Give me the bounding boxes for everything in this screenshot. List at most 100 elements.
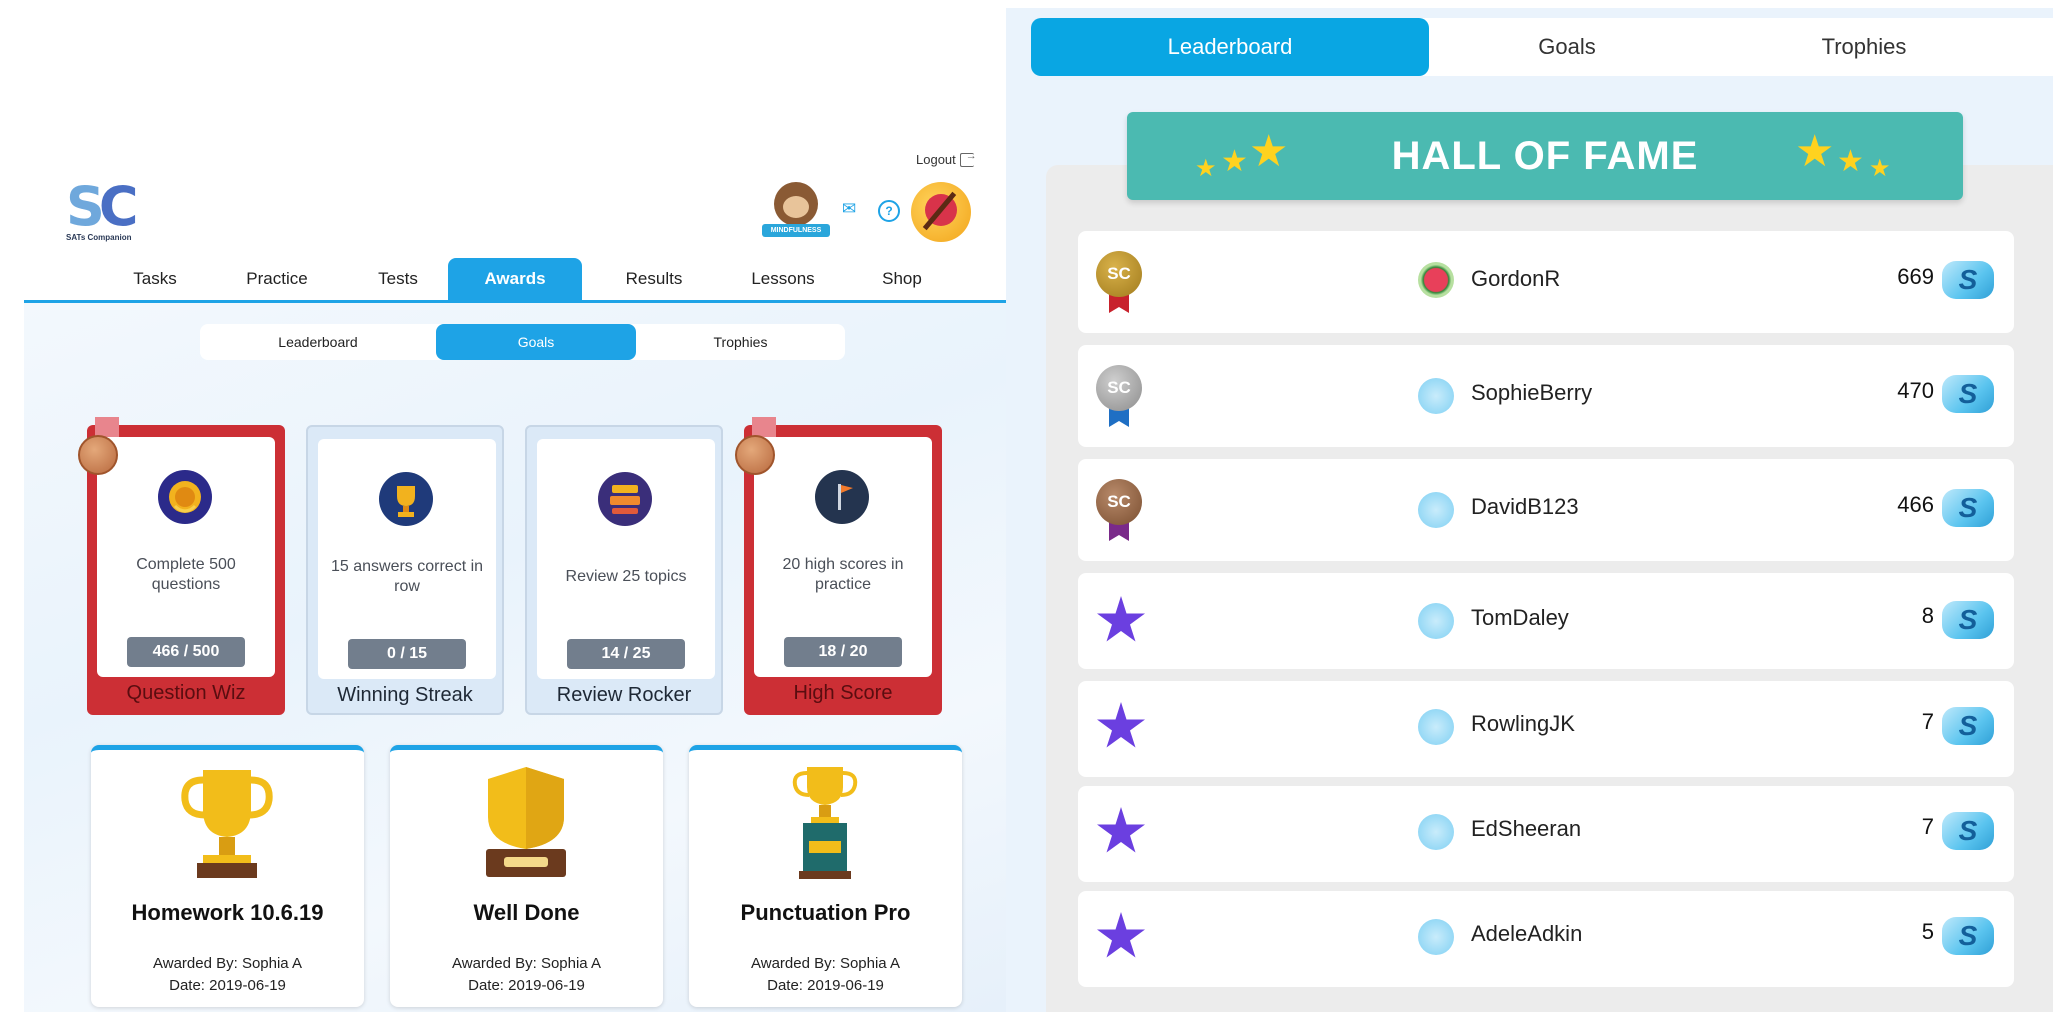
tab-tasks[interactable]: Tasks	[104, 258, 206, 300]
leaderboard-username: AdeleAdkin	[1471, 921, 1583, 946]
leaderboard-username: DavidB123	[1471, 494, 1579, 519]
sc-badge-icon	[1418, 814, 1454, 850]
coin-icon: S	[1942, 812, 1994, 850]
leaderboard-points: 7	[1921, 709, 1934, 734]
leaderboard-row[interactable]: AdeleAdkin 5 S	[1078, 891, 2014, 987]
sc-badge-icon	[1418, 919, 1454, 955]
silver-medal-icon: SC	[1096, 365, 1142, 431]
trophy-date: Date: 2019-06-19	[468, 977, 585, 994]
logo-letter-c: C	[98, 175, 139, 238]
screenshot-canvas: SC SATs Companion Logout MINDFULNESS ✉ ?…	[0, 0, 2053, 1012]
main-nav: Tasks Practice Tests Awards Results Less…	[24, 258, 1006, 303]
leaderboard-row[interactable]: SC GordonR 669 S	[1078, 231, 2014, 333]
pedestal-trophy-icon	[775, 765, 875, 880]
tab-tests[interactable]: Tests	[346, 258, 450, 300]
goal-progress: 0 / 15	[348, 639, 466, 669]
leaderboard-username: EdSheeran	[1471, 816, 1582, 841]
tab-shop[interactable]: Shop	[852, 258, 952, 300]
leaderboard-points: 470	[1897, 378, 1934, 403]
gold-medal-icon: SC	[1096, 251, 1142, 317]
subtab-trophies[interactable]: Trophies	[636, 324, 845, 360]
help-icon[interactable]: ?	[878, 200, 900, 222]
trophy-name: Punctuation Pro	[740, 900, 911, 925]
gold-cup-icon	[177, 765, 277, 880]
leaderboard-tabs: Leaderboard Goals Trophies	[1031, 18, 2053, 76]
sc-badge-icon	[1418, 378, 1454, 414]
goal-card-body: Review 25 topics 14 / 25	[537, 439, 715, 679]
mindfulness-label: MINDFULNESS	[762, 224, 830, 237]
coin-icon: S	[1942, 917, 1994, 955]
trophy-awarded-by: Awarded By: Sophia A	[153, 955, 302, 972]
coin-icon: S	[1942, 261, 1994, 299]
logo-letter-s: S	[66, 175, 105, 238]
logout-button[interactable]: Logout	[916, 150, 977, 168]
tab-goals[interactable]: Goals	[1429, 18, 1705, 76]
bronze-medal-icon	[735, 435, 775, 475]
leaderboard-row[interactable]: SC SophieBerry 470 S	[1078, 345, 2014, 447]
goal-description: Review 25 topics	[565, 568, 687, 585]
trophy-name: Homework 10.6.19	[131, 900, 324, 925]
goal-description: Complete 500 questions	[136, 556, 236, 593]
awards-goals-panel: SC SATs Companion Logout MINDFULNESS ✉ ?…	[0, 0, 1006, 1012]
trophy-card-well-done[interactable]: Well Done Awarded By: Sophia A Date: 201…	[390, 745, 663, 1007]
goal-title: Review Rocker	[556, 684, 692, 706]
hall-of-fame-banner: ★ ★ ★ HALL OF FAME ★ ★ ★	[1127, 112, 1963, 200]
leaderboard-row[interactable]: TomDaley 8 S	[1078, 573, 2014, 669]
medal-badge: SC	[1096, 365, 1142, 411]
leaderboard-username: TomDaley	[1471, 605, 1569, 630]
tab-awards[interactable]: Awards	[448, 258, 582, 300]
leaderboard-row[interactable]: EdSheeran 7 S	[1078, 786, 2014, 882]
wreath-medal-icon	[158, 470, 212, 524]
mail-icon[interactable]: ✉	[838, 198, 860, 220]
leaderboard-panel: Leaderboard Goals Trophies ★ ★ ★ HALL OF…	[1006, 8, 2053, 1012]
bronze-medal-icon: SC	[1096, 479, 1142, 545]
leaderboard-points: 8	[1921, 603, 1934, 628]
avatar[interactable]	[911, 182, 971, 242]
medal-badge: SC	[1096, 479, 1142, 525]
trophy-card-homework[interactable]: Homework 10.6.19 Awarded By: Sophia A Da…	[91, 745, 364, 1007]
trophy-card-punctuation-pro[interactable]: Punctuation Pro Awarded By: Sophia A Dat…	[689, 745, 962, 1007]
tab-leaderboard[interactable]: Leaderboard	[1031, 18, 1429, 76]
star-icon	[1097, 596, 1145, 642]
goal-description: 15 answers correct in row	[330, 558, 484, 595]
watermelon-icon	[1418, 262, 1454, 298]
leaderboard-row[interactable]: RowlingJK 7 S	[1078, 681, 2014, 777]
tab-practice[interactable]: Practice	[214, 258, 340, 300]
goal-card-body: Complete 500 questions 466 / 500	[97, 437, 275, 677]
logo-mark: SC	[66, 180, 146, 234]
mindfulness-button[interactable]: MINDFULNESS	[762, 182, 830, 242]
goal-card-high-score[interactable]: 20 high scores in practice 18 / 20 High …	[735, 417, 942, 715]
leaderboard-username: SophieBerry	[1471, 380, 1593, 405]
coin-icon: S	[1942, 489, 1994, 527]
goal-card-review-rocker[interactable]: Review 25 topics 14 / 25 Review Rocker	[525, 425, 723, 715]
monkey-icon	[774, 182, 818, 226]
leaderboard-username: GordonR	[1471, 266, 1561, 291]
trophy-name: Well Done	[473, 900, 580, 925]
trophy-date: Date: 2019-06-19	[767, 977, 884, 994]
coin-icon: S	[1942, 375, 1994, 413]
goal-description: 20 high scores in practice	[782, 556, 904, 593]
sc-badge-icon	[1418, 492, 1454, 528]
goal-card-question-wiz[interactable]: Complete 500 questions 466 / 500 Questio…	[78, 417, 285, 715]
leaderboard-points: 466	[1897, 492, 1934, 517]
tab-lessons[interactable]: Lessons	[720, 258, 846, 300]
goal-title: High Score	[793, 682, 893, 704]
tab-results[interactable]: Results	[592, 258, 716, 300]
star-icon	[1097, 702, 1145, 748]
star-icon: ★	[1795, 127, 1835, 176]
tab-trophies[interactable]: Trophies	[1705, 18, 2023, 76]
goal-card-winning-streak[interactable]: 15 answers correct in row 0 / 15 Winning…	[306, 425, 504, 715]
star-icon: ★	[1869, 155, 1891, 182]
star-icon	[1097, 807, 1145, 853]
sats-companion-logo[interactable]: SC SATs Companion	[66, 180, 146, 243]
leaderboard-points: 5	[1921, 919, 1934, 944]
leaderboard-row[interactable]: SC DavidB123 466 S	[1078, 459, 2014, 561]
goal-progress: 18 / 20	[784, 637, 902, 667]
medal-badge: SC	[1096, 251, 1142, 297]
subtab-leaderboard[interactable]: Leaderboard	[200, 324, 436, 360]
flag-icon	[815, 470, 869, 524]
leaderboard-points: 669	[1897, 264, 1934, 289]
subtab-goals[interactable]: Goals	[436, 324, 636, 360]
coin-icon: S	[1942, 601, 1994, 639]
awards-sub-nav: Leaderboard Goals Trophies	[200, 324, 845, 360]
